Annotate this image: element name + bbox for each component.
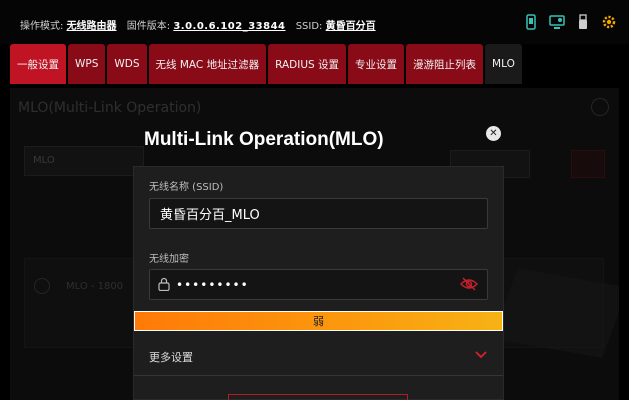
network-icon[interactable] — [549, 14, 565, 30]
lock-icon — [158, 277, 170, 291]
top-icons — [523, 14, 617, 30]
tab-mac-filter[interactable]: 无线 MAC 地址过滤器 — [148, 44, 267, 84]
status-line: 操作模式: 无线路由器 固件版本: 3.0.0.6.102_33844 SSID… — [20, 17, 383, 32]
tab-radius[interactable]: RADIUS 设置 — [268, 44, 347, 84]
top-status-bar: 操作模式: 无线路由器 固件版本: 3.0.0.6.102_33844 SSID… — [0, 0, 629, 44]
usb-icon[interactable] — [575, 14, 591, 30]
tab-wds[interactable]: WDS — [107, 44, 147, 84]
modal-title: Multi-Link Operation(MLO) — [144, 129, 384, 150]
ssid-label: SSID: — [295, 21, 323, 32]
more-settings-label: 更多设置 — [149, 351, 193, 364]
password-input[interactable]: ••••••••• — [149, 269, 488, 300]
ssid-field-label: 无线名称 (SSID) — [149, 182, 224, 193]
tab-professional[interactable]: 专业设置 — [348, 44, 405, 84]
password-field-label: 无线加密 — [149, 254, 189, 265]
firmware-label: 固件版本: — [126, 21, 171, 32]
tab-wps[interactable]: WPS — [68, 44, 106, 84]
more-settings-row[interactable]: 更多设置 — [134, 338, 503, 376]
mode-link[interactable]: 无线路由器 — [67, 21, 117, 32]
tab-mlo[interactable]: MLO — [485, 44, 522, 84]
password-strength-bar: 弱 — [134, 311, 503, 331]
ssid-link[interactable]: 黄昏百分百 — [326, 21, 376, 32]
app-icon[interactable] — [523, 14, 539, 30]
tab-roaming-block[interactable]: 漫游阻止列表 — [406, 44, 484, 84]
tab-bar: 一般设置 WPS WDS 无线 MAC 地址过滤器 RADIUS 设置 专业设置… — [10, 44, 522, 84]
apply-button-edge[interactable] — [228, 394, 408, 400]
tab-general[interactable]: 一般设置 — [10, 44, 66, 84]
hide-password-icon[interactable] — [460, 277, 478, 291]
settings-gear-icon[interactable] — [601, 14, 617, 30]
firmware-link[interactable]: 3.0.0.6.102_33844 — [173, 21, 285, 32]
mode-label: 操作模式: — [20, 21, 64, 32]
chevron-down-icon[interactable] — [475, 351, 487, 359]
ssid-input[interactable]: 黄昏百分百_MLO — [149, 198, 488, 229]
close-icon[interactable]: ✕ — [486, 126, 501, 141]
